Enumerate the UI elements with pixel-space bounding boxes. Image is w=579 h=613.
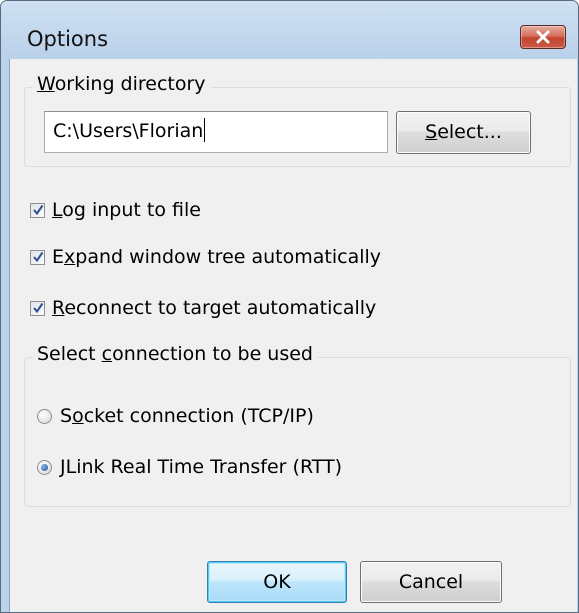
- socket-connection-row[interactable]: Socket connection (TCP/IP): [37, 403, 314, 429]
- jlink-rtt-label: JLink Real Time Transfer (RTT): [60, 456, 343, 478]
- expand-tree-checkbox-row[interactable]: Expand window tree automatically: [30, 244, 381, 270]
- connection-legend: Select connection to be used: [32, 343, 318, 365]
- select-directory-button[interactable]: Select...: [396, 111, 531, 154]
- ok-button[interactable]: OK: [207, 561, 347, 603]
- working-directory-value: C:\Users\Florian: [53, 120, 204, 142]
- expand-tree-checkbox[interactable]: [30, 249, 45, 265]
- close-button[interactable]: [520, 25, 566, 49]
- reconnect-checkbox-row[interactable]: Reconnect to target automatically: [30, 295, 376, 321]
- reconnect-checkbox[interactable]: [30, 300, 45, 316]
- socket-connection-label: Socket connection (TCP/IP): [60, 405, 314, 427]
- log-input-label: Log input to file: [52, 199, 201, 221]
- close-icon: [536, 30, 550, 44]
- window-title: Options: [27, 27, 109, 51]
- working-directory-legend: Working directory: [32, 73, 211, 95]
- checkmark-icon: [33, 302, 44, 313]
- checkmark-icon: [33, 204, 44, 215]
- dialog-body: Working directory C:\Users\Florian Selec…: [9, 59, 577, 612]
- expand-tree-label: Expand window tree automatically: [52, 246, 382, 268]
- reconnect-label: Reconnect to target automatically: [52, 297, 377, 319]
- title-bar[interactable]: Options: [1, 1, 578, 59]
- log-input-checkbox-row[interactable]: Log input to file: [30, 197, 201, 223]
- cancel-button[interactable]: Cancel: [360, 561, 502, 603]
- text-caret: [204, 118, 206, 142]
- options-dialog: Options Working directory C:\Users\Flori…: [0, 0, 579, 613]
- jlink-rtt-row[interactable]: JLink Real Time Transfer (RTT): [37, 454, 342, 480]
- checkmark-icon: [33, 251, 44, 262]
- connection-group: [24, 357, 571, 507]
- jlink-rtt-radio[interactable]: [37, 459, 52, 475]
- log-input-checkbox[interactable]: [30, 202, 45, 218]
- socket-connection-radio[interactable]: [37, 408, 52, 424]
- working-directory-input[interactable]: C:\Users\Florian: [44, 111, 388, 153]
